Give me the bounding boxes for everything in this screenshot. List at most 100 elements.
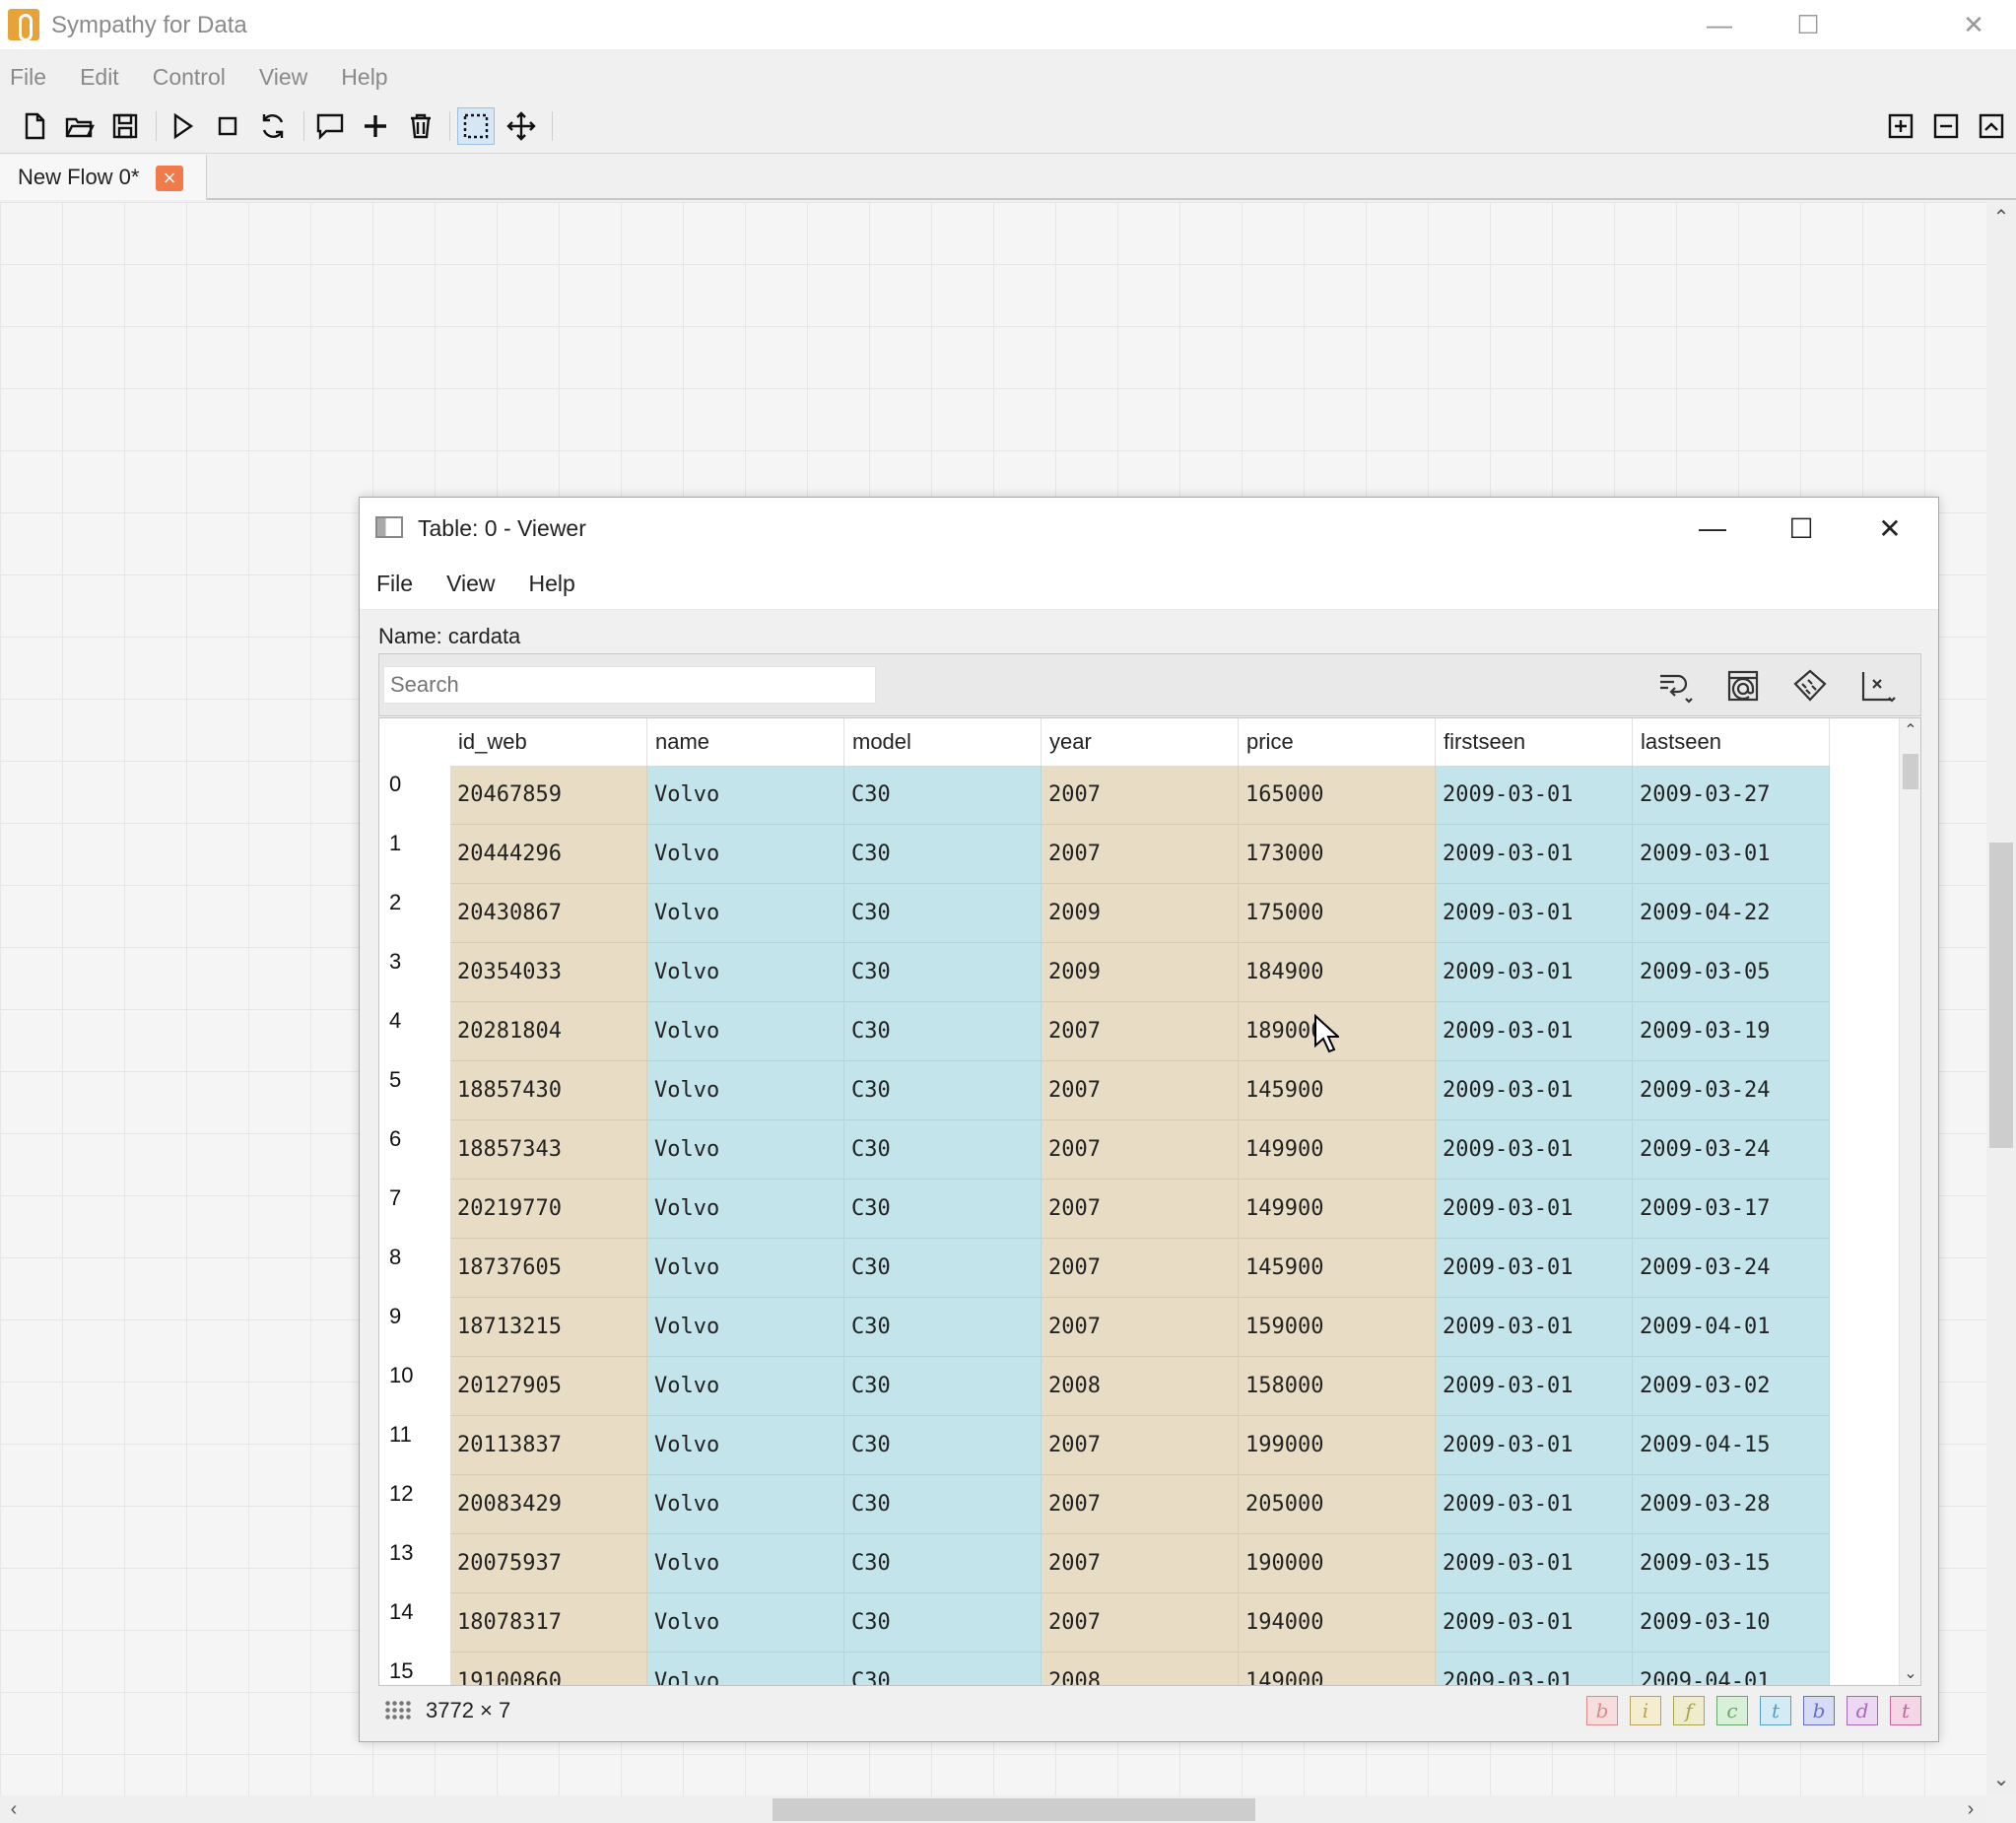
- viewer-menu-view[interactable]: View: [446, 571, 495, 597]
- table-cell[interactable]: C30: [844, 825, 1042, 884]
- menu-edit[interactable]: Edit: [80, 64, 119, 91]
- table-cell[interactable]: 20075937: [450, 1534, 647, 1593]
- table-cell[interactable]: Volvo: [647, 884, 844, 943]
- table-cell[interactable]: 18857343: [450, 1120, 647, 1180]
- pan-mode-icon[interactable]: [503, 107, 540, 145]
- open-folder-icon[interactable]: [61, 107, 99, 145]
- type-chip[interactable]: d: [1847, 1696, 1878, 1725]
- type-chip[interactable]: f: [1673, 1696, 1705, 1725]
- table-cell[interactable]: 194000: [1239, 1593, 1436, 1653]
- column-header[interactable]: price: [1239, 718, 1436, 766]
- table-cell[interactable]: 2009-03-10: [1633, 1593, 1830, 1653]
- viewer-maximize-icon[interactable]: ☐: [1757, 498, 1846, 559]
- table-cell[interactable]: Volvo: [647, 1180, 844, 1239]
- row-index[interactable]: 15: [379, 1653, 450, 1685]
- data-table[interactable]: id_web name model year price firstseen l…: [378, 717, 1921, 1686]
- table-cell[interactable]: 2009-03-02: [1633, 1357, 1830, 1416]
- table-cell[interactable]: C30: [844, 1357, 1042, 1416]
- table-cell[interactable]: C30: [844, 1475, 1042, 1534]
- viewer-menu-file[interactable]: File: [376, 571, 413, 597]
- table-row[interactable]: 1 20444296 Volvo C30 2007 173000 2009-03-01 200…: [379, 825, 1901, 884]
- table-cell[interactable]: 20113837: [450, 1416, 647, 1475]
- table-cell[interactable]: 2007: [1042, 825, 1239, 884]
- table-cell[interactable]: 149900: [1239, 1180, 1436, 1239]
- comment-icon[interactable]: [311, 107, 349, 145]
- viewer-close-icon[interactable]: ✕: [1846, 498, 1934, 559]
- table-cell[interactable]: Volvo: [647, 766, 844, 825]
- table-cell[interactable]: Volvo: [647, 1239, 844, 1298]
- tab-close-icon[interactable]: ×: [156, 166, 183, 191]
- canvas-horizontal-scrollbar[interactable]: ‹ ›: [0, 1795, 1986, 1823]
- search-input[interactable]: [383, 666, 876, 704]
- row-index[interactable]: 4: [379, 1002, 450, 1061]
- table-cell[interactable]: 2009-03-01: [1436, 1298, 1633, 1357]
- table-cell[interactable]: 2009-04-01: [1633, 1653, 1830, 1685]
- type-chip[interactable]: i: [1630, 1696, 1661, 1725]
- table-cell[interactable]: C30: [844, 1298, 1042, 1357]
- table-row[interactable]: 11 20113837 Volvo C30 2007 199000 2009-03-01 20…: [379, 1416, 1901, 1475]
- menu-file[interactable]: File: [10, 64, 46, 91]
- delete-icon[interactable]: [402, 107, 439, 145]
- table-cell[interactable]: 18713215: [450, 1298, 647, 1357]
- table-cell[interactable]: C30: [844, 1653, 1042, 1685]
- maximize-icon[interactable]: ☐: [1764, 0, 1852, 49]
- table-cell[interactable]: 2009-03-05: [1633, 943, 1830, 1002]
- table-cell[interactable]: C30: [844, 1061, 1042, 1120]
- table-cell[interactable]: 205000: [1239, 1475, 1436, 1534]
- table-cell[interactable]: C30: [844, 1416, 1042, 1475]
- table-cell[interactable]: 158000: [1239, 1357, 1436, 1416]
- table-cell[interactable]: 20467859: [450, 766, 647, 825]
- zoom-in-icon[interactable]: [1882, 107, 1919, 145]
- scroll-down-icon[interactable]: ⌄: [1986, 1764, 2016, 1793]
- table-cell[interactable]: Volvo: [647, 1475, 844, 1534]
- table-cell[interactable]: C30: [844, 943, 1042, 1002]
- table-cell[interactable]: 2009-03-27: [1633, 766, 1830, 825]
- table-cell[interactable]: 20444296: [450, 825, 647, 884]
- new-file-icon[interactable]: [16, 107, 53, 145]
- viewer-menu-help[interactable]: Help: [529, 571, 575, 597]
- table-row[interactable]: 6 18857343 Volvo C30 2007 149900 2009-03-01 200…: [379, 1120, 1901, 1180]
- table-scroll-up-icon[interactable]: ⌃: [1900, 718, 1920, 742]
- table-cell[interactable]: 173000: [1239, 825, 1436, 884]
- table-cell[interactable]: 2009-03-01: [1436, 1120, 1633, 1180]
- type-chip[interactable]: b: [1803, 1696, 1835, 1725]
- column-header[interactable]: year: [1042, 718, 1239, 766]
- table-cell[interactable]: 20354033: [450, 943, 647, 1002]
- table-cell[interactable]: 19100860: [450, 1653, 647, 1685]
- table-cell[interactable]: 18737605: [450, 1239, 647, 1298]
- table-cell[interactable]: C30: [844, 1239, 1042, 1298]
- scroll-right-icon[interactable]: ›: [1957, 1795, 1984, 1823]
- column-header[interactable]: model: [844, 718, 1042, 766]
- table-row[interactable]: 13 20075937 Volvo C30 2007 190000 2009-03-01 20…: [379, 1534, 1901, 1593]
- table-cell[interactable]: 2008: [1042, 1357, 1239, 1416]
- stop-icon[interactable]: [209, 107, 246, 145]
- table-cell[interactable]: 2009-03-01: [1436, 1180, 1633, 1239]
- scroll-thumb[interactable]: [773, 1798, 1255, 1821]
- table-cell[interactable]: 2009-03-01: [1436, 766, 1633, 825]
- table-cell[interactable]: Volvo: [647, 1120, 844, 1180]
- table-cell[interactable]: 18857430: [450, 1061, 647, 1120]
- table-cell[interactable]: 190000: [1239, 1534, 1436, 1593]
- table-cell[interactable]: Volvo: [647, 1416, 844, 1475]
- table-row[interactable]: 5 18857430 Volvo C30 2007 145900 2009-03-01 200…: [379, 1061, 1901, 1120]
- table-cell[interactable]: 20430867: [450, 884, 647, 943]
- table-cell[interactable]: 2009-03-01: [1436, 1653, 1633, 1685]
- table-cell[interactable]: 2007: [1042, 1180, 1239, 1239]
- table-cell[interactable]: 2009-03-01: [1436, 1475, 1633, 1534]
- viewer-minimize-icon[interactable]: —: [1668, 498, 1757, 559]
- row-index[interactable]: 12: [379, 1475, 450, 1534]
- row-index[interactable]: 6: [379, 1120, 450, 1180]
- table-cell[interactable]: 2009-03-17: [1633, 1180, 1830, 1239]
- table-cell[interactable]: 2009-04-01: [1633, 1298, 1830, 1357]
- row-index[interactable]: 9: [379, 1298, 450, 1357]
- table-cell[interactable]: 184900: [1239, 943, 1436, 1002]
- table-cell[interactable]: 2009-03-01: [1436, 1239, 1633, 1298]
- table-cell[interactable]: Volvo: [647, 943, 844, 1002]
- row-index[interactable]: 10: [379, 1357, 450, 1416]
- table-row[interactable]: 12 20083429 Volvo C30 2007 205000 2009-03-01 20…: [379, 1475, 1901, 1534]
- table-cell[interactable]: Volvo: [647, 1002, 844, 1061]
- plot-icon[interactable]: [1853, 664, 1901, 708]
- type-chip[interactable]: c: [1716, 1696, 1748, 1725]
- table-cell[interactable]: 2007: [1042, 1002, 1239, 1061]
- canvas-vertical-scrollbar[interactable]: ⌃ ⌄: [1986, 202, 2016, 1795]
